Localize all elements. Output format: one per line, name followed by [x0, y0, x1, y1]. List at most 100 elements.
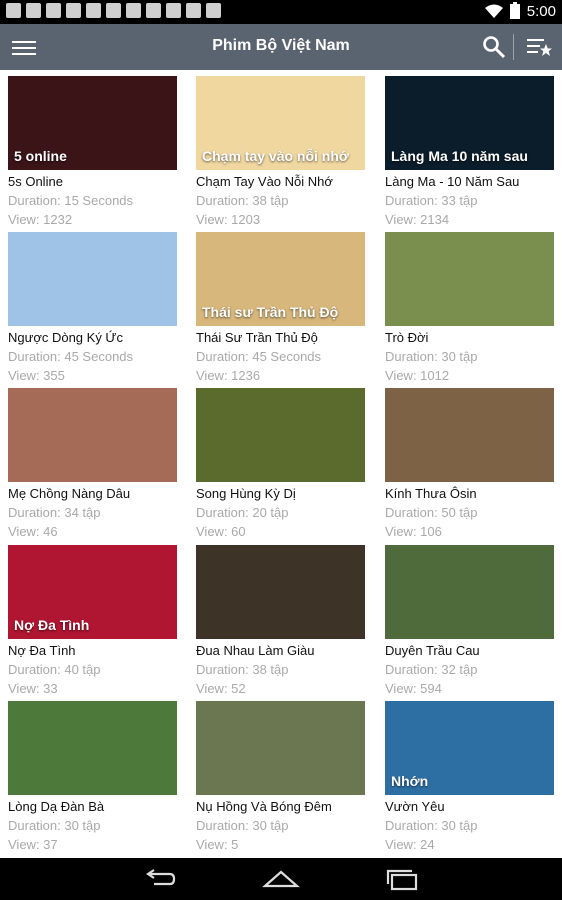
toolbar-divider: [513, 34, 514, 60]
app-bar: Phim Bộ Việt Nam: [0, 24, 562, 70]
video-title: Đua Nhau Làm Giàu: [196, 643, 315, 658]
video-views: View: 355: [8, 368, 65, 383]
notification-icon: [6, 3, 21, 18]
video-duration: Duration: 30 tập: [8, 818, 101, 833]
video-card[interactable]: Ngược Dòng Ký Ức Duration: 45 Seconds Vi…: [8, 232, 178, 383]
video-duration: Duration: 45 Seconds: [8, 349, 134, 364]
video-title: Chạm Tay Vào Nỗi Nhớ: [196, 174, 333, 189]
video-thumbnail[interactable]: [196, 545, 365, 639]
video-title: Duyên Trầu Cau: [385, 643, 480, 658]
clock: 5:00: [526, 2, 556, 20]
video-thumbnail[interactable]: [196, 388, 365, 482]
wifi-icon: [484, 4, 503, 18]
video-thumbnail[interactable]: [196, 701, 365, 795]
video-card[interactable]: Kính Thưa Ôsin Duration: 50 tập View: 10…: [385, 388, 555, 539]
video-thumbnail[interactable]: Nợ Đa Tình: [8, 545, 177, 639]
notification-icons: [6, 3, 221, 18]
recent-apps-icon[interactable]: [382, 866, 422, 892]
notification-icon: [106, 3, 121, 18]
video-duration: Duration: 32 tập: [385, 662, 478, 677]
video-card[interactable]: Nợ Đa Tình Nợ Đa Tình Duration: 40 tập V…: [8, 545, 178, 696]
video-title: Trò Đời: [385, 330, 429, 345]
notification-icon: [66, 3, 81, 18]
video-title: Lòng Dạ Đàn Bà: [8, 799, 105, 814]
video-card[interactable]: Trò Đời Duration: 30 tập View: 1012: [385, 232, 555, 383]
video-card[interactable]: Làng Ma 10 năm sau Làng Ma - 10 Năm Sau …: [385, 76, 555, 227]
favorites-list-icon[interactable]: [526, 35, 552, 59]
video-thumbnail[interactable]: Làng Ma 10 năm sau: [385, 76, 554, 170]
video-thumbnail[interactable]: 5 online: [8, 76, 177, 170]
video-thumbnail[interactable]: [385, 545, 554, 639]
notification-icon: [146, 3, 161, 18]
video-title: Vườn Yêu: [385, 799, 445, 814]
video-grid: 5 online 5s Online Duration: 15 Seconds …: [0, 70, 562, 858]
system-nav-bar: [0, 858, 562, 900]
video-title: Nụ Hồng Và Bóng Đêm: [196, 799, 332, 814]
video-duration: Duration: 30 tập: [196, 818, 289, 833]
video-thumbnail[interactable]: Thái sư Trần Thủ Độ: [196, 232, 365, 326]
video-duration: Duration: 50 tập: [385, 505, 478, 520]
video-thumbnail[interactable]: Chạm tay vào nỗi nhớ: [196, 76, 365, 170]
notification-icon: [166, 3, 181, 18]
video-card[interactable]: Thái sư Trần Thủ Độ Thái Sư Trần Thủ Độ …: [196, 232, 366, 383]
video-thumbnail[interactable]: [8, 388, 177, 482]
video-title: Song Hùng Kỳ Dị: [196, 486, 296, 501]
video-thumbnail[interactable]: [385, 388, 554, 482]
video-views: View: 2134: [385, 212, 450, 227]
video-duration: Duration: 34 tập: [8, 505, 101, 520]
video-title: Thái Sư Trần Thủ Độ: [196, 330, 318, 345]
video-card[interactable]: 5 online 5s Online Duration: 15 Seconds …: [8, 76, 178, 227]
video-duration: Duration: 45 Seconds: [196, 349, 322, 364]
back-icon[interactable]: [140, 866, 180, 892]
video-duration: Duration: 40 tập: [8, 662, 101, 677]
video-duration: Duration: 20 tập: [196, 505, 289, 520]
video-card[interactable]: Duyên Trầu Cau Duration: 32 tập View: 59…: [385, 545, 555, 696]
video-thumbnail[interactable]: [385, 232, 554, 326]
notification-icon: [206, 3, 221, 18]
video-title: Kính Thưa Ôsin: [385, 486, 477, 501]
video-duration: Duration: 33 tập: [385, 193, 478, 208]
video-card[interactable]: Mẹ Chồng Nàng Dâu Duration: 34 tập View:…: [8, 388, 178, 539]
video-card[interactable]: Đua Nhau Làm Giàu Duration: 38 tập View:…: [196, 545, 366, 696]
status-right: 5:00: [484, 2, 556, 20]
video-views: View: 46: [8, 524, 58, 539]
video-title: Mẹ Chồng Nàng Dâu: [8, 486, 131, 501]
video-views: View: 1203: [196, 212, 261, 227]
video-views: View: 1232: [8, 212, 73, 227]
video-duration: Duration: 30 tập: [385, 349, 478, 364]
video-duration: Duration: 38 tập: [196, 662, 289, 677]
video-card[interactable]: Lòng Dạ Đàn Bà Duration: 30 tập View: 37: [8, 701, 178, 852]
video-title: Ngược Dòng Ký Ức: [8, 330, 124, 345]
video-card[interactable]: Nhớn Vườn Yêu Duration: 30 tập View: 24: [385, 701, 555, 852]
video-title: Nợ Đa Tình: [8, 643, 76, 658]
video-thumbnail[interactable]: [8, 701, 177, 795]
video-duration: Duration: 38 tập: [196, 193, 289, 208]
search-icon[interactable]: [482, 35, 506, 59]
video-card[interactable]: Song Hùng Kỳ Dị Duration: 20 tập View: 6…: [196, 388, 366, 539]
video-card[interactable]: Nụ Hồng Và Bóng Đêm Duration: 30 tập Vie…: [196, 701, 366, 852]
video-views: View: 1236: [196, 368, 261, 383]
notification-icon: [186, 3, 201, 18]
app-title: Phim Bộ Việt Nam: [212, 37, 350, 54]
notification-icon: [26, 3, 41, 18]
home-icon[interactable]: [261, 866, 301, 892]
video-views: View: 106: [385, 524, 442, 539]
video-views: View: 1012: [385, 368, 450, 383]
video-views: View: 37: [8, 837, 58, 852]
video-views: View: 33: [8, 681, 58, 696]
video-views: View: 5: [196, 837, 239, 852]
video-thumbnail[interactable]: [8, 232, 177, 326]
video-title: 5s Online: [8, 174, 63, 189]
video-views: View: 24: [385, 837, 435, 852]
video-views: View: 594: [385, 681, 442, 696]
video-duration: Duration: 15 Seconds: [8, 193, 134, 208]
video-card[interactable]: Chạm tay vào nỗi nhớ Chạm Tay Vào Nỗi Nh…: [196, 76, 366, 227]
video-thumbnail[interactable]: Nhớn: [385, 701, 554, 795]
video-duration: Duration: 30 tập: [385, 818, 478, 833]
battery-icon: [509, 2, 520, 19]
notification-icon: [46, 3, 61, 18]
status-bar: 5:00: [0, 0, 562, 24]
video-views: View: 60: [196, 524, 246, 539]
notification-icon: [126, 3, 141, 18]
video-title: Làng Ma - 10 Năm Sau: [385, 174, 520, 189]
